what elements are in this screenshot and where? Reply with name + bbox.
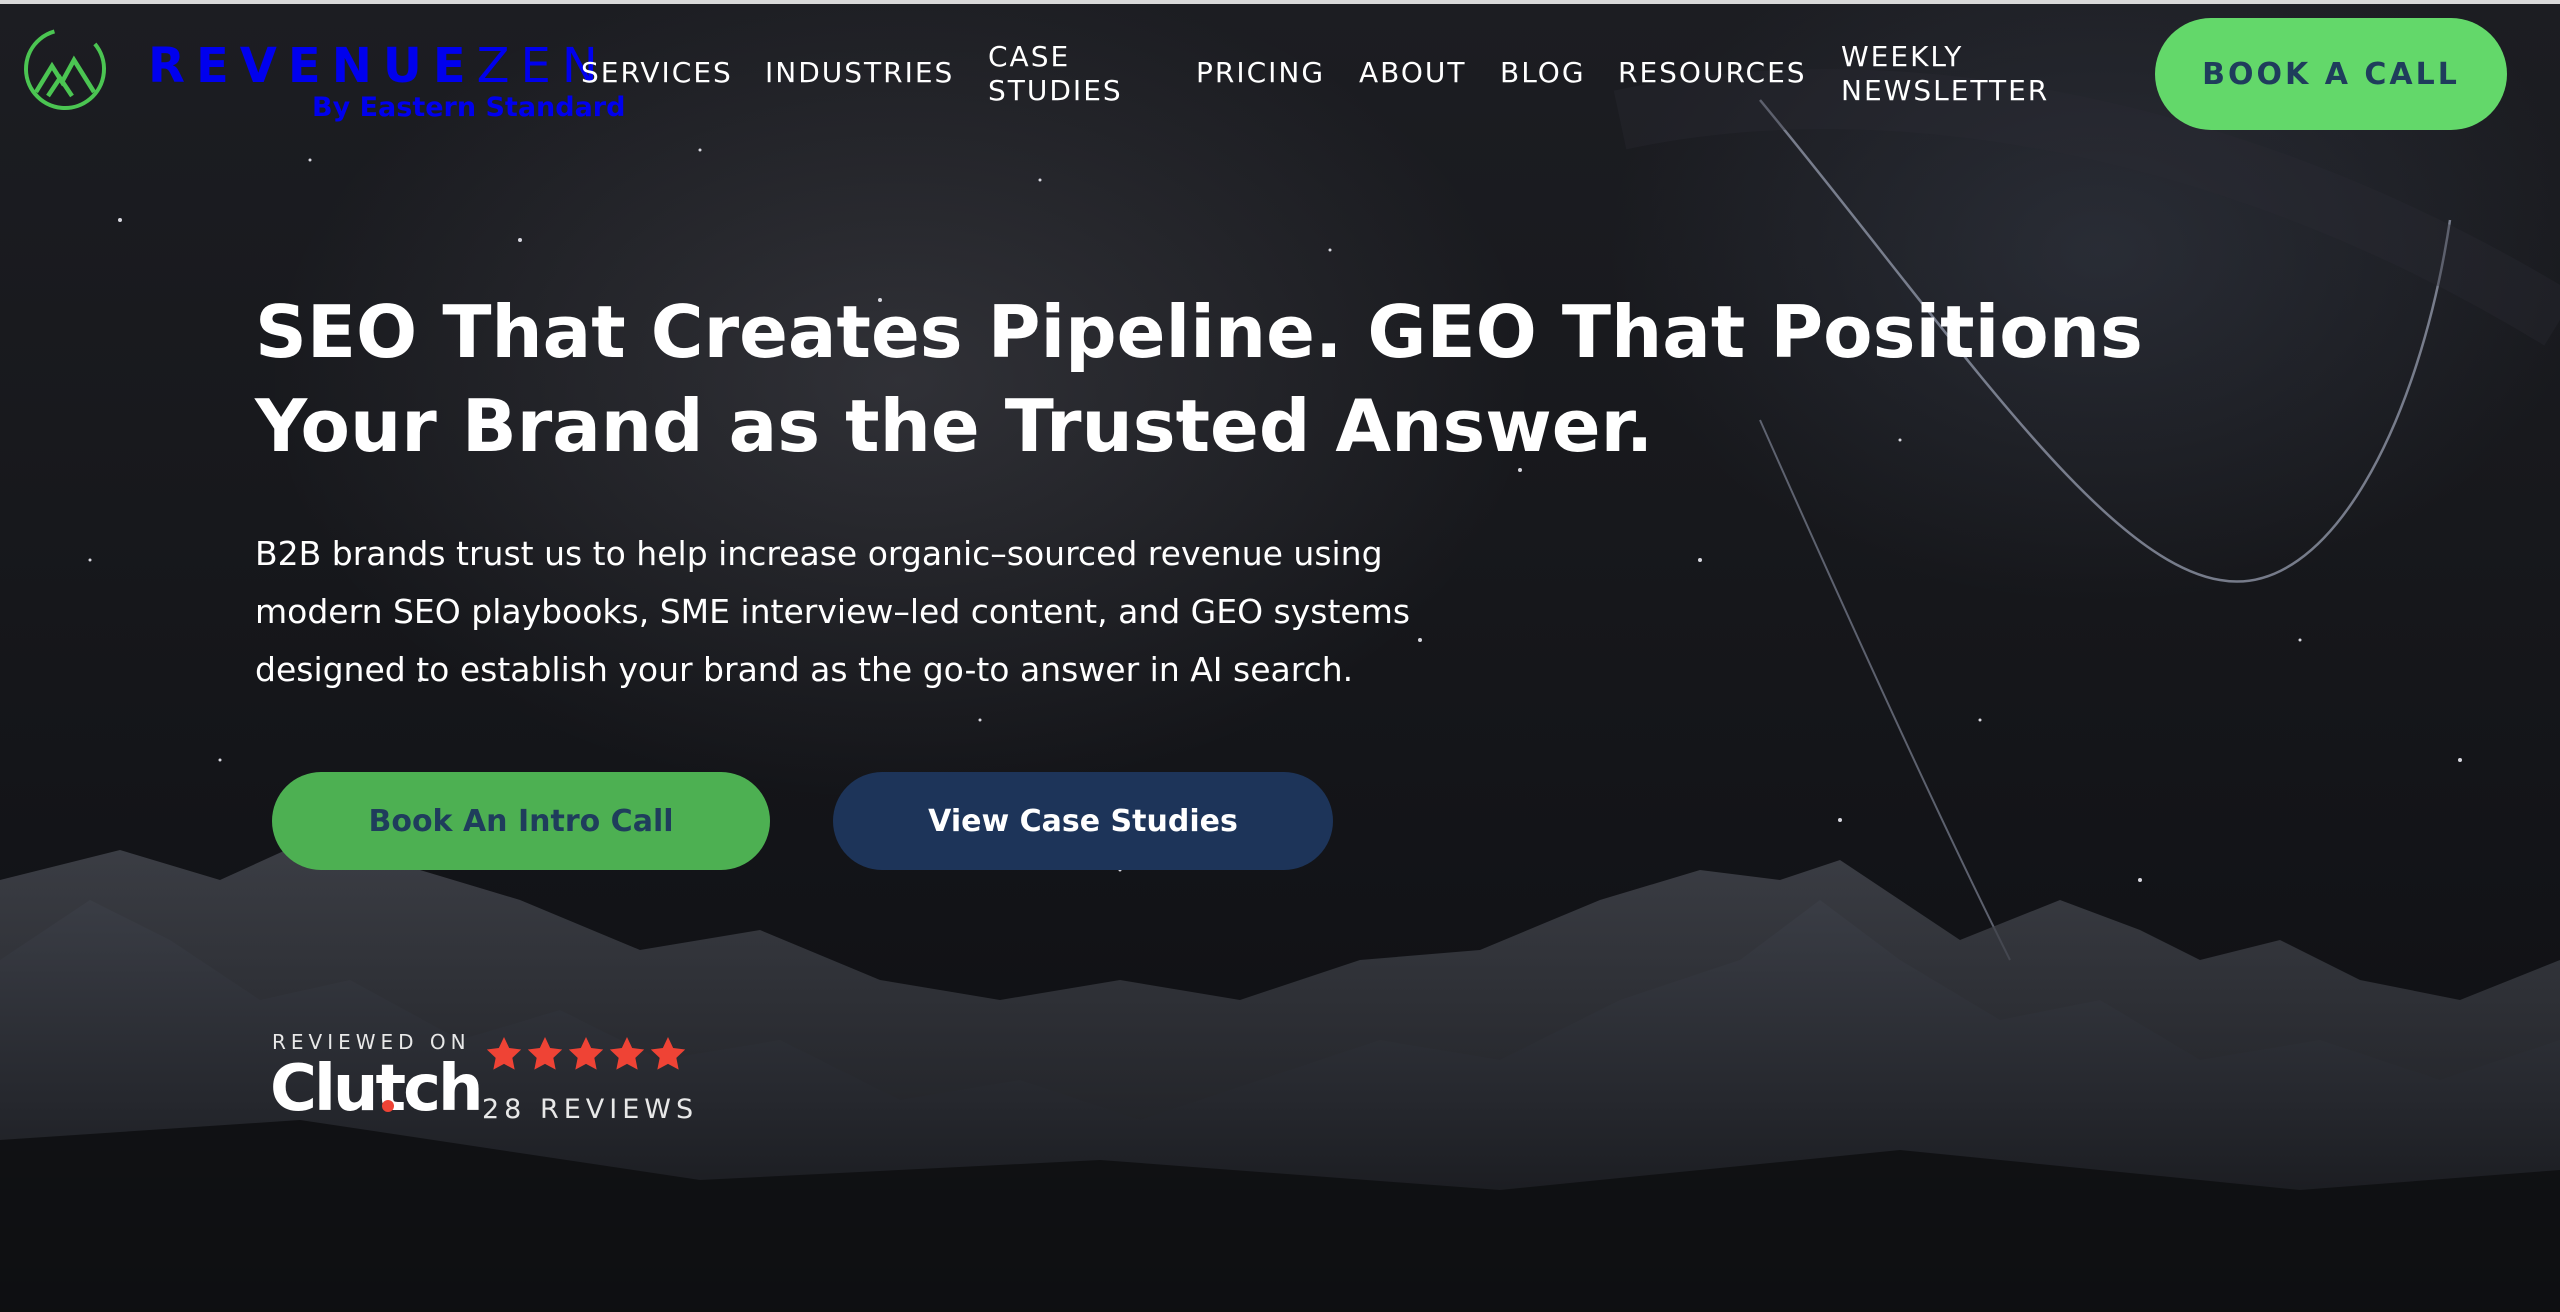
star-rating xyxy=(484,1034,689,1078)
hero-title-line2: Your Brand as the Trusted Answer. xyxy=(255,384,1654,468)
hero-subtitle: B2B brands trust us to help increase org… xyxy=(255,525,1615,699)
star-icon xyxy=(527,1037,563,1070)
nav-item-industries[interactable]: INDUSTRIES xyxy=(765,56,954,90)
hero-subtitle-line1: B2B brands trust us to help increase org… xyxy=(255,534,1383,573)
book-a-call-button[interactable]: BOOK A CALL xyxy=(2155,18,2507,130)
clutch-logo-dot xyxy=(382,1100,394,1112)
hero-subtitle-line2: modern SEO playbooks, SME interview–led … xyxy=(255,592,1411,631)
site-header: REVENUEZEN By Eastern Standard SERVICES … xyxy=(0,4,2560,144)
star-icon xyxy=(609,1037,645,1070)
nav-item-pricing[interactable]: PRICING xyxy=(1196,56,1325,90)
clutch-review-badge[interactable]: REVIEWED ON Clutch 28 REVIEWS xyxy=(270,1030,712,1130)
nav-item-newsletter-line2: NEWSLETTER xyxy=(1841,74,2050,107)
nav-item-services[interactable]: SERVICES xyxy=(581,56,733,90)
book-intro-call-button[interactable]: Book An Intro Call xyxy=(272,772,770,870)
star-icon xyxy=(568,1037,604,1070)
top-border xyxy=(0,0,2560,4)
clutch-review-count: 28 REVIEWS xyxy=(482,1094,699,1125)
hero-subtitle-line3: designed to establish your brand as the … xyxy=(255,650,1354,689)
mountain-logo-icon xyxy=(24,28,106,110)
site-logo[interactable]: REVENUEZEN By Eastern Standard xyxy=(22,22,625,132)
hero-title-line1: SEO That Creates Pipeline. GEO That Posi… xyxy=(255,290,2143,374)
clutch-reviewed-on: REVIEWED ON xyxy=(272,1030,471,1054)
nav-item-newsletter-line1: WEEKLY xyxy=(1841,40,1964,73)
hero-title: SEO That Creates Pipeline. GEO That Posi… xyxy=(255,285,2255,473)
star-icon xyxy=(486,1037,522,1070)
view-case-studies-button[interactable]: View Case Studies xyxy=(833,772,1333,870)
nav-item-weekly-newsletter[interactable]: WEEKLY NEWSLETTER xyxy=(1841,40,2049,108)
logo-wordmark: REVENUEZEN xyxy=(148,38,609,94)
nav-item-case-studies[interactable]: CASE STUDIES xyxy=(988,40,1123,108)
nav-item-blog[interactable]: BLOG xyxy=(1500,56,1586,90)
clutch-logo: Clutch xyxy=(270,1052,484,1126)
nav-item-about[interactable]: ABOUT xyxy=(1359,56,1467,90)
nav-item-case-studies-line2: STUDIES xyxy=(988,74,1123,107)
star-icon xyxy=(650,1037,686,1070)
nav-item-resources[interactable]: RESOURCES xyxy=(1618,56,1807,90)
nav-item-case-studies-line1: CASE xyxy=(988,40,1071,73)
logo-tagline: By Eastern Standard xyxy=(312,92,626,123)
